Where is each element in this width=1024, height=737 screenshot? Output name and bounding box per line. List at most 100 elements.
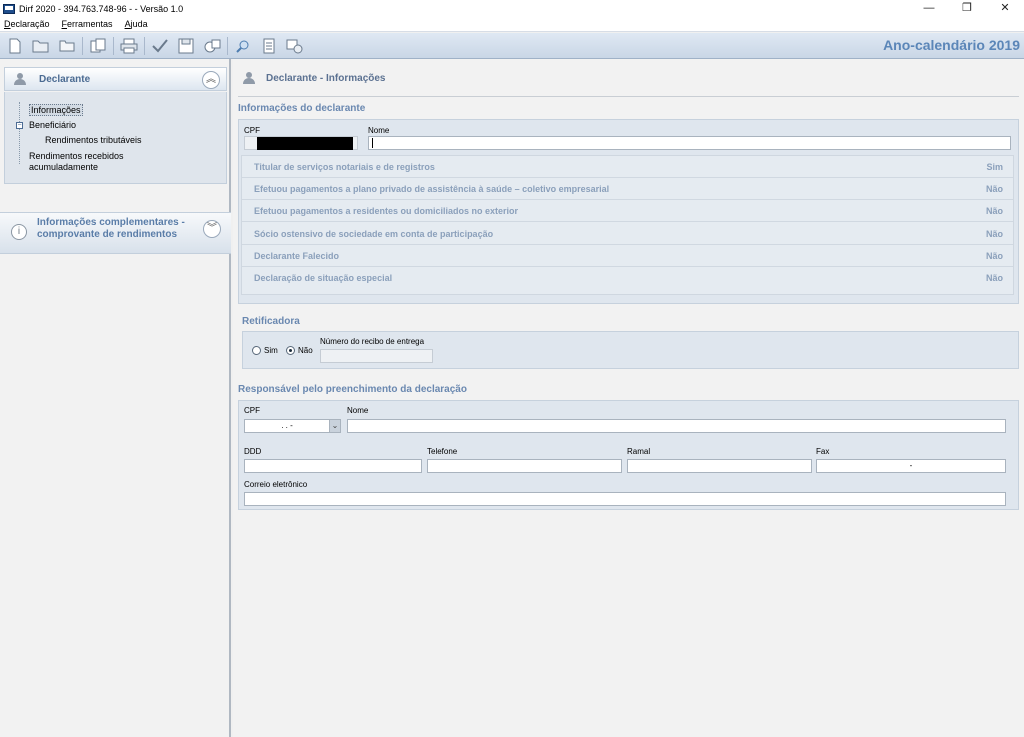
user-icon — [242, 71, 256, 85]
ramal-label: Ramal — [627, 447, 651, 456]
toolbar-separator — [227, 36, 228, 55]
print-icon[interactable] — [118, 36, 140, 56]
tree-item-informacoes[interactable]: Informações — [29, 104, 83, 116]
question-value[interactable]: Não — [986, 206, 1003, 216]
menu-declaracao[interactable]: Declaração — [4, 19, 50, 29]
restore-button[interactable]: ❐ — [948, 0, 986, 17]
declarante-section-header[interactable]: Declarante ︽ — [4, 67, 227, 91]
tree-connector — [19, 102, 20, 164]
minimize-button[interactable]: — — [910, 0, 948, 17]
question-row: Sócio ostensivo de sociedade em conta de… — [242, 223, 1013, 245]
ddd-field[interactable] — [244, 459, 422, 473]
question-row: Efetuou pagamentos a residentes ou domic… — [242, 200, 1013, 222]
question-text: Declarante Falecido — [254, 251, 340, 261]
resp-nome-field[interactable] — [347, 419, 1006, 433]
window-controls: — ❐ ✕ — [910, 0, 1024, 17]
declarante-questions: Titular de serviços notariais e de regis… — [241, 155, 1014, 295]
declarante-section-title: Declarante — [39, 73, 91, 85]
question-row: Efetuou pagamentos a plano privado de as… — [242, 178, 1013, 200]
email-field[interactable] — [244, 492, 1006, 506]
retificadora-title: Retificadora — [242, 316, 300, 327]
tree-item-rra-line1[interactable]: Rendimentos recebidos — [29, 151, 124, 161]
folder-icon[interactable] — [56, 36, 78, 56]
menu-ajuda[interactable]: Ajuda — [125, 19, 148, 29]
tree-item-beneficiario[interactable]: Beneficiário — [29, 120, 76, 130]
window-title: Dirf 2020 - 394.763.748-96 - - Versão 1.… — [19, 3, 184, 14]
retificadora-nao-label[interactable]: Não — [298, 346, 313, 355]
question-value[interactable]: Não — [986, 184, 1003, 194]
nome-label: Nome — [368, 126, 390, 135]
info-icon: i — [11, 224, 27, 240]
question-value[interactable]: Não — [986, 251, 1003, 261]
page-header: Declarante - Informações — [242, 71, 386, 85]
tree-collapse-icon[interactable]: − — [16, 122, 23, 129]
copy-icon[interactable] — [87, 36, 109, 56]
question-text: Efetuou pagamentos a residentes ou domic… — [254, 206, 519, 216]
question-row: Declaração de situação especial Não — [242, 267, 1013, 289]
close-button[interactable]: ✕ — [986, 0, 1024, 17]
responsavel-title: Responsável pelo preenchimento da declar… — [238, 384, 467, 395]
save-icon[interactable] — [175, 36, 197, 56]
question-text: Efetuou pagamentos a plano privado de as… — [254, 184, 610, 194]
search-icon[interactable] — [232, 36, 254, 56]
info-complementares-title-line2: comprovante de rendimentos — [37, 229, 178, 240]
chevron-down-icon[interactable]: ⌄ — [329, 419, 341, 433]
toolbar: Ano-calendário 2019 — [0, 33, 1024, 59]
ddd-label: DDD — [244, 447, 262, 456]
export-icon[interactable] — [201, 36, 223, 56]
resp-cpf-field[interactable]: . . - — [244, 419, 330, 433]
question-value[interactable]: Sim — [986, 162, 1003, 172]
text-cursor — [372, 138, 373, 148]
question-text: Declaração de situação especial — [254, 273, 393, 283]
email-label: Correio eletrônico — [244, 480, 308, 489]
fax-label: Fax — [816, 447, 830, 456]
retificadora-sim-radio[interactable] — [252, 346, 261, 355]
info-complementares-title: Informações complementares - comprovante… — [37, 217, 197, 241]
question-value[interactable]: Não — [986, 229, 1003, 239]
menu-ferramentas[interactable]: Ferramentas — [62, 19, 113, 29]
report-icon[interactable] — [258, 36, 280, 56]
info-complementares-title-line1: Informações complementares - — [37, 217, 185, 228]
retificadora-nao-radio[interactable] — [286, 346, 295, 355]
tree-item-rra-line2[interactable]: acumuladamente — [29, 162, 98, 172]
question-text: Titular de serviços notariais e de regis… — [254, 162, 435, 172]
toolbar-separator — [82, 36, 83, 55]
check-icon[interactable] — [149, 36, 171, 56]
question-row: Titular de serviços notariais e de regis… — [242, 156, 1013, 178]
ramal-field[interactable] — [627, 459, 812, 473]
toolbar-separator — [113, 36, 114, 55]
recibo-label: Número do recibo de entrega — [320, 337, 425, 346]
retificadora-panel: Sim Não Número do recibo de entrega — [242, 331, 1019, 369]
telefone-label: Telefone — [427, 447, 458, 456]
toolbar-separator — [144, 36, 145, 55]
cpf-field — [244, 136, 358, 150]
header-divider — [238, 96, 1019, 97]
telefone-field[interactable] — [427, 459, 622, 473]
year-title: Ano-calendário 2019 — [883, 37, 1020, 53]
nome-field[interactable] — [368, 136, 1011, 150]
chevron-down-icon[interactable]: ︾ — [203, 220, 221, 238]
retificadora-sim-label[interactable]: Sim — [264, 346, 278, 355]
user-icon — [13, 72, 27, 86]
menu-bar: Declaração Ferramentas Ajuda — [0, 17, 1024, 32]
app-icon — [3, 3, 15, 14]
resp-cpf-label: CPF — [244, 406, 260, 415]
responsavel-panel: CPF . . - ⌄ Nome DDD Telefone Ramal Fax … — [238, 400, 1019, 510]
info-complementares-section-header[interactable]: i Informações complementares - comprovan… — [0, 212, 231, 254]
recibo-field — [320, 349, 433, 363]
question-row: Declarante Falecido Não — [242, 245, 1013, 267]
fax-field[interactable]: - — [816, 459, 1006, 473]
tree-item-rendimentos-tributaveis[interactable]: Rendimentos tributáveis — [45, 135, 142, 145]
question-value[interactable]: Não — [986, 273, 1003, 283]
resp-nome-label: Nome — [347, 406, 369, 415]
main-content: Declarante - Informações Informações do … — [233, 59, 1024, 737]
redacted-cpf — [257, 137, 353, 150]
new-file-icon[interactable] — [4, 36, 26, 56]
cpf-label: CPF — [244, 126, 260, 135]
title-bar: Dirf 2020 - 394.763.748-96 - - Versão 1.… — [0, 0, 1024, 17]
chevron-up-icon[interactable]: ︽ — [202, 71, 220, 89]
page-title: Declarante - Informações — [266, 72, 386, 84]
transfer-icon[interactable] — [284, 36, 306, 56]
open-folder-icon[interactable] — [30, 36, 52, 56]
question-text: Sócio ostensivo de sociedade em conta de… — [254, 229, 494, 239]
